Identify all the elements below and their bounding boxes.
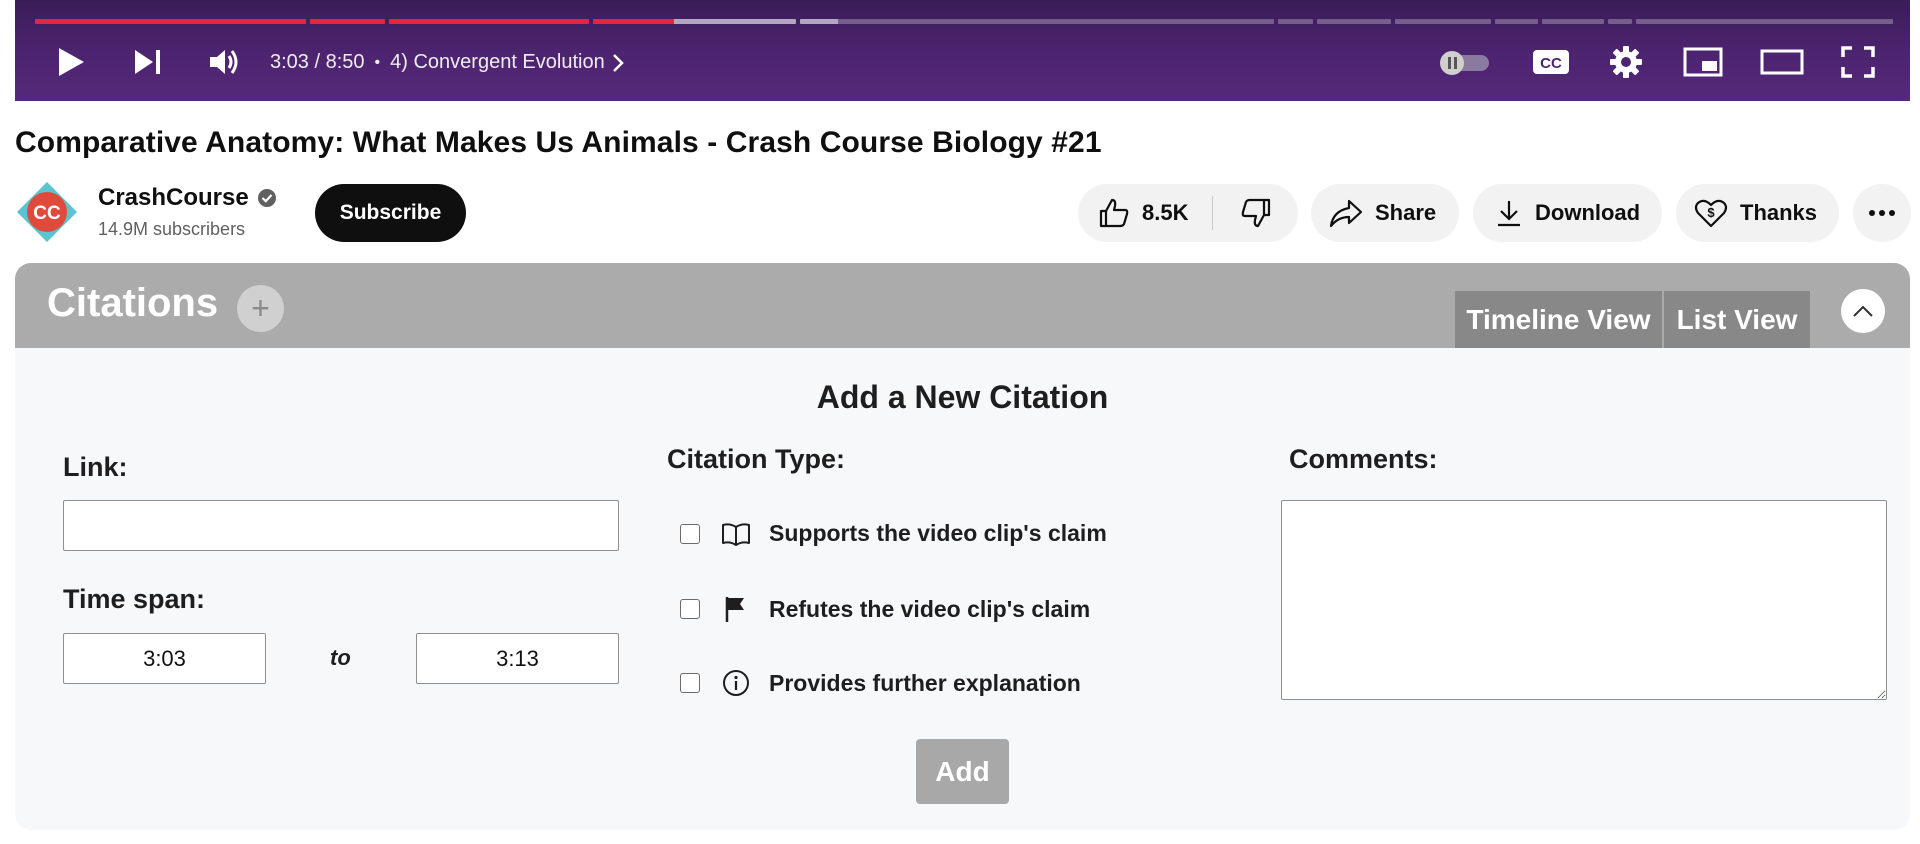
thanks-button[interactable]: $ Thanks xyxy=(1676,184,1839,242)
current-time: 3:03 / 8:50 xyxy=(270,51,365,73)
avatar-text: CC xyxy=(33,203,61,224)
play-icon xyxy=(59,48,84,76)
svg-text:$: $ xyxy=(1707,205,1715,220)
chapter-segment[interactable] xyxy=(1636,19,1893,24)
to-label: to xyxy=(330,645,351,670)
refutes-label: Refutes the video clip's claim xyxy=(769,595,1091,622)
chapter-segment[interactable] xyxy=(309,19,386,24)
time-end-input[interactable] xyxy=(416,633,619,684)
form-title: Add a New Citation xyxy=(816,379,1109,415)
next-button[interactable] xyxy=(128,44,168,80)
theater-mode-icon xyxy=(1760,49,1804,75)
chapter-segment[interactable] xyxy=(389,19,589,24)
share-label: Share xyxy=(1375,200,1437,225)
citation-type-option-explanation[interactable]: Provides further explanation xyxy=(680,669,1081,697)
autoplay-pause-icon xyxy=(1440,51,1489,75)
thumbs-down-icon xyxy=(1241,198,1270,228)
flag-icon xyxy=(725,597,744,622)
comments-label: Comments: xyxy=(1289,444,1438,474)
share-arrow-icon xyxy=(1329,199,1363,228)
list-view-button[interactable]: List View xyxy=(1664,291,1810,348)
video-title: Comparative Anatomy: What Makes Us Anima… xyxy=(15,126,1102,159)
chapter-segment[interactable] xyxy=(1608,19,1633,24)
svg-text:CC: CC xyxy=(1540,55,1562,72)
chapter-segment[interactable] xyxy=(592,19,796,24)
dislike-button[interactable] xyxy=(1213,184,1298,242)
chapter-segment[interactable] xyxy=(1317,19,1392,24)
download-icon xyxy=(1498,201,1520,227)
chapter-button[interactable]: 4) Convergent Evolution xyxy=(390,51,625,74)
subscriber-count: 14.9M subscribers xyxy=(98,219,246,239)
theater-mode-button[interactable] xyxy=(1756,44,1808,80)
collapse-button[interactable] xyxy=(1841,289,1885,333)
thumbs-up-icon xyxy=(1099,198,1129,228)
link-input[interactable] xyxy=(63,500,619,551)
heart-dollar-icon: $ xyxy=(1694,199,1728,228)
play-button[interactable] xyxy=(51,44,91,80)
add-citation-button[interactable]: + xyxy=(237,285,284,332)
open-book-icon xyxy=(722,522,750,546)
fullscreen-button[interactable] xyxy=(1835,44,1881,80)
explanation-label: Provides further explanation xyxy=(769,669,1081,696)
comments-textarea[interactable] xyxy=(1281,500,1887,700)
chapter-title: 4) Convergent Evolution xyxy=(390,51,605,73)
citation-type-label: Citation Type: xyxy=(667,444,845,474)
chapter-segment[interactable] xyxy=(1541,19,1605,24)
closed-captions-icon: CC xyxy=(1533,50,1569,74)
time-display: 3:03 / 8:50 • 4) Convergent Evolution xyxy=(270,51,625,74)
info-icon xyxy=(723,670,749,696)
citation-type-option-supports[interactable]: Supports the video clip's claim xyxy=(680,520,1107,547)
supports-checkbox[interactable] xyxy=(680,523,700,544)
fullscreen-icon xyxy=(1841,46,1875,78)
verified-check-icon xyxy=(257,189,276,207)
time-start-input[interactable] xyxy=(63,633,266,684)
chapter-segment[interactable] xyxy=(1494,19,1538,24)
download-label: Download xyxy=(1535,200,1641,225)
settings-button[interactable] xyxy=(1603,44,1649,80)
citation-type-option-refutes[interactable]: Refutes the video clip's claim xyxy=(680,595,1090,623)
share-button[interactable]: Share xyxy=(1311,184,1459,242)
chapter-segment[interactable] xyxy=(1395,19,1491,24)
like-button[interactable]: 8.5K xyxy=(1078,184,1212,242)
subscribe-button[interactable]: Subscribe xyxy=(315,184,466,242)
mute-button[interactable] xyxy=(203,44,247,80)
miniplayer-button[interactable] xyxy=(1679,44,1727,80)
chapter-segment[interactable] xyxy=(35,19,306,24)
channel-name: CrashCourse xyxy=(98,184,249,211)
video-player-controls: 3:03 / 8:50 • 4) Convergent Evolution CC xyxy=(15,0,1910,101)
channel-avatar[interactable]: CC xyxy=(15,180,79,244)
link-label: Link: xyxy=(63,452,128,482)
skip-next-icon xyxy=(135,50,160,74)
progress-bar[interactable] xyxy=(35,19,1893,24)
citations-header: Citations + Timeline View List View xyxy=(15,263,1910,348)
more-actions-button[interactable] xyxy=(1853,184,1911,242)
add-citation-submit-button[interactable]: Add xyxy=(916,739,1009,804)
plus-icon: + xyxy=(251,290,270,326)
chapter-segment[interactable] xyxy=(799,19,1274,24)
refutes-checkbox[interactable] xyxy=(680,599,700,619)
like-dislike-group: 8.5K xyxy=(1078,184,1298,242)
time-span-label: Time span: xyxy=(63,584,206,614)
volume-icon xyxy=(210,50,238,74)
more-horizontal-icon xyxy=(1869,210,1895,216)
separator-dot: • xyxy=(374,53,381,71)
miniplayer-icon xyxy=(1683,47,1723,77)
supports-label: Supports the video clip's claim xyxy=(769,520,1107,546)
explanation-checkbox[interactable] xyxy=(680,673,700,693)
citations-panel: Citations + Timeline View List View Add … xyxy=(15,263,1910,830)
thanks-label: Thanks xyxy=(1740,200,1818,225)
timeline-view-button[interactable]: Timeline View xyxy=(1455,291,1662,348)
channel-name-link[interactable]: CrashCourse xyxy=(98,184,277,212)
chapter-segment[interactable] xyxy=(1277,19,1314,24)
citations-title: Citations xyxy=(47,281,219,325)
chevron-up-icon xyxy=(1853,305,1873,317)
gear-icon xyxy=(1610,46,1642,78)
chevron-right-icon xyxy=(612,53,624,72)
like-count: 8.5K xyxy=(1142,200,1189,225)
download-button[interactable]: Download xyxy=(1473,184,1662,242)
captions-button[interactable]: CC xyxy=(1528,44,1574,80)
autoplay-toggle[interactable] xyxy=(1435,44,1495,80)
